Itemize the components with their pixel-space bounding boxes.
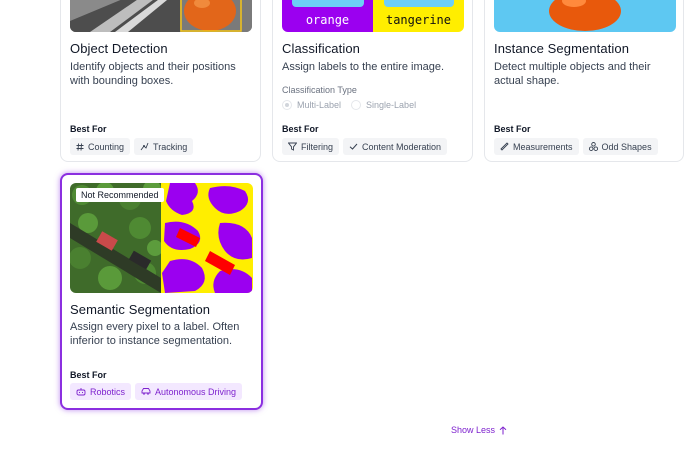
radio-single-label[interactable]: Single-Label — [351, 100, 416, 110]
card-title: Instance Segmentation — [494, 41, 630, 56]
filter-icon — [288, 142, 297, 151]
car-icon — [141, 388, 151, 395]
chip-odd-shapes: Odd Shapes — [582, 138, 658, 155]
best-for-chips: Filtering Content Moderation — [282, 138, 448, 155]
instance-segmentation-thumbnail — [494, 0, 676, 32]
object-detection-thumbnail — [70, 0, 252, 32]
hash-icon — [76, 142, 84, 151]
radio-indicator — [282, 100, 292, 110]
best-for-chips: Counting Tracking — [70, 138, 194, 155]
best-for-chips: Robotics Autonomous Driving — [70, 383, 243, 400]
check-icon — [349, 143, 358, 150]
ruler-icon — [500, 142, 509, 151]
best-for-label: Best For — [494, 124, 531, 134]
chip-tracking: Tracking — [134, 138, 194, 155]
classification-thumbnail: orange tangerine — [282, 0, 464, 32]
radio-indicator — [351, 100, 362, 110]
card-object-detection[interactable]: Object Detection Identify objects and th… — [60, 0, 261, 162]
card-semantic-segmentation[interactable]: Not Recommended Semantic Segmentation As… — [60, 173, 263, 410]
card-description: Assign labels to the entire image. — [282, 61, 445, 73]
card-title: Classification — [282, 41, 360, 56]
classification-type-label: Classification Type — [282, 85, 357, 95]
show-less-button[interactable]: Show Less — [451, 425, 507, 435]
show-less-label: Show Less — [451, 425, 496, 435]
image-label-orange: orange — [305, 13, 350, 27]
card-title: Semantic Segmentation — [70, 302, 211, 317]
card-description: Detect multiple objects and their actual… — [494, 61, 651, 87]
robot-icon — [76, 388, 86, 396]
not-recommended-badge: Not Recommended — [76, 188, 164, 202]
chip-filtering: Filtering — [282, 138, 340, 155]
semantic-segmentation-thumbnail: Not Recommended — [70, 183, 253, 293]
arrow-up-icon — [499, 425, 507, 434]
chip-counting: Counting — [70, 138, 131, 155]
best-for-chips: Measurements Odd Shapes — [494, 138, 658, 155]
chip-measurements: Measurements — [494, 138, 579, 155]
card-description: Identify objects and their positions wit… — [70, 61, 236, 87]
image-label-tangerine: tangerine — [385, 13, 452, 27]
tracking-icon — [140, 142, 149, 151]
best-for-label: Best For — [70, 370, 107, 380]
best-for-label: Best For — [70, 124, 107, 134]
chip-content-moderation: Content Moderation — [343, 138, 448, 155]
card-description: Assign every pixel to a label. Often inf… — [70, 321, 240, 347]
card-title: Object Detection — [70, 41, 168, 56]
card-classification[interactable]: orange tangerine Classification Assign l… — [272, 0, 473, 162]
chip-robotics: Robotics — [70, 383, 132, 400]
best-for-label: Best For — [282, 124, 319, 134]
radio-multi-label[interactable]: Multi-Label — [282, 100, 341, 110]
card-instance-segmentation[interactable]: Instance Segmentation Detect multiple ob… — [484, 0, 684, 162]
classification-type-options: Multi-Label Single-Label — [282, 100, 416, 110]
shapes-icon — [588, 142, 598, 151]
chip-autonomous-driving: Autonomous Driving — [135, 383, 243, 400]
